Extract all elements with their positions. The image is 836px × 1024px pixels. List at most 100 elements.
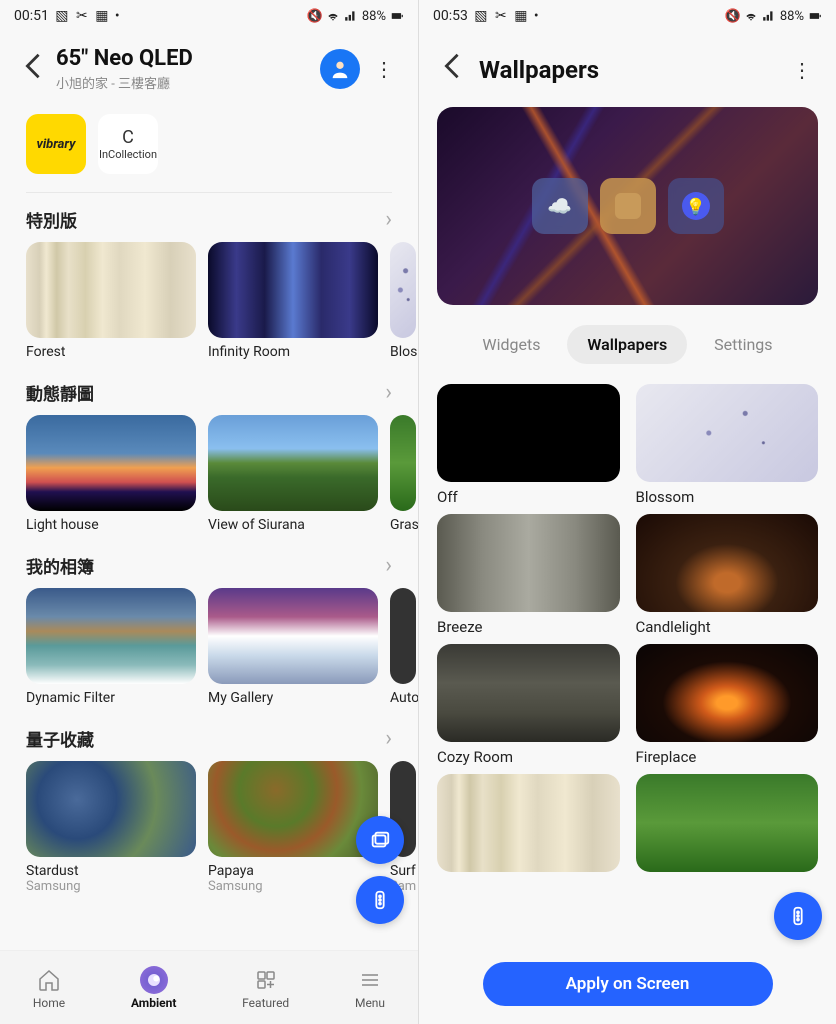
thumb-item[interactable]: Auto	[390, 588, 418, 706]
apply-button[interactable]: Apply on Screen	[483, 962, 773, 1006]
wallpaper-thumb[interactable]	[437, 774, 620, 872]
app-vibrary[interactable]: vibrary	[26, 114, 86, 174]
wallpaper-thumb[interactable]	[636, 774, 819, 872]
thumb-row[interactable]: Light house View of Siurana Gras	[0, 409, 418, 539]
thumb-item[interactable]: Gras	[390, 415, 418, 533]
battery-icon	[390, 9, 404, 23]
clipboard-icon: ✂	[494, 9, 508, 23]
wallpaper-thumb[interactable]	[636, 514, 819, 612]
thumbnail[interactable]	[390, 415, 416, 511]
battery-text: 88%	[780, 9, 804, 24]
chevron-right-icon[interactable]: ›	[385, 726, 392, 751]
status-bar: 00:51 ▧ ✂ ▦ • 🔇 88%	[0, 0, 418, 32]
thumb-label: Surf	[390, 863, 416, 879]
wallpaper-grid[interactable]: Off BlossomBreeze Candlelight Cozy Room Fire…	[419, 372, 836, 878]
tabs: Widgets Wallpapers Settings	[419, 321, 836, 372]
more-button[interactable]: ⋮	[788, 50, 816, 90]
section-title: 我的相簿	[26, 553, 94, 578]
wallpaper-item[interactable]: Blossom	[636, 384, 819, 506]
section: 動態靜圖› Light house View of Siurana Gras	[0, 366, 418, 539]
wifi-icon	[744, 9, 758, 23]
status-bar: 00:53 ▧ ✂ ▦ • 🔇 88%	[419, 0, 836, 32]
thumbnail[interactable]	[26, 588, 196, 684]
widget-note[interactable]	[600, 178, 656, 234]
widget-weather[interactable]: ☁️	[532, 178, 588, 234]
chevron-right-icon[interactable]: ›	[385, 553, 392, 578]
wallpaper-thumb[interactable]	[636, 644, 819, 742]
fab-gallery[interactable]	[356, 816, 404, 864]
calendar-icon: ▦	[514, 9, 528, 23]
wallpaper-label: Fireplace	[636, 748, 819, 766]
thumb-row[interactable]: ForestInfinity Room Blos	[0, 236, 418, 366]
thumb-item[interactable]: Forest	[26, 242, 196, 360]
thumb-item[interactable]: Light house	[26, 415, 196, 533]
preview-hero[interactable]: ☁️ 💡	[437, 107, 818, 305]
section-header[interactable]: 量子收藏›	[0, 718, 418, 755]
wallpaper-thumb[interactable]	[636, 384, 819, 482]
app-incollection[interactable]: CInCollection	[98, 114, 158, 174]
wallpaper-label: Candlelight	[636, 618, 819, 636]
widget-light[interactable]: 💡	[668, 178, 724, 234]
thumb-item[interactable]: PapayaSamsung	[208, 761, 378, 894]
mute-icon: 🔇	[308, 9, 322, 23]
image-icon: ▧	[55, 9, 69, 23]
chevron-right-icon[interactable]: ›	[385, 380, 392, 405]
thumbnail[interactable]	[208, 415, 378, 511]
more-button[interactable]: ⋮	[370, 49, 398, 89]
section-header[interactable]: 特別版›	[0, 199, 418, 236]
app-icons: vibrary CInCollection	[0, 106, 418, 192]
thumb-item[interactable]: Dynamic Filter	[26, 588, 196, 706]
thumb-label: View of Siurana	[208, 517, 378, 533]
wallpaper-item[interactable]: Breeze	[437, 514, 620, 636]
wallpaper-label: Off	[437, 488, 620, 506]
nav-ambient[interactable]: Ambient	[131, 966, 176, 1010]
wallpaper-item[interactable]	[437, 774, 620, 878]
section-header[interactable]: 我的相簿 ›	[0, 545, 418, 582]
tab-wallpapers[interactable]: Wallpapers	[567, 325, 687, 364]
wallpaper-thumb[interactable]	[437, 644, 620, 742]
nav-menu[interactable]: Menu	[355, 966, 385, 1010]
right-screen: 00:53 ▧ ✂ ▦ • 🔇 88% Wallpapers ⋮	[418, 0, 836, 1024]
thumb-item[interactable]: Infinity Room	[208, 242, 378, 360]
hero-widgets: ☁️ 💡	[532, 178, 724, 234]
wallpaper-item[interactable]: Off	[437, 384, 620, 506]
thumbnail[interactable]	[208, 588, 378, 684]
thumbnail[interactable]	[26, 242, 196, 338]
thumbnail[interactable]	[208, 242, 378, 338]
wallpaper-item[interactable]: Candlelight	[636, 514, 819, 636]
nav-featured[interactable]: Featured	[242, 966, 289, 1010]
wallpaper-item[interactable]: Fireplace	[636, 644, 819, 766]
header: 65" Neo QLED 小旭的家 - 三樓客廳 ⋮	[0, 32, 418, 106]
thumb-item[interactable]: My Gallery	[208, 588, 378, 706]
calendar-icon: ▦	[95, 9, 109, 23]
tab-settings[interactable]: Settings	[694, 325, 792, 364]
thumbnail[interactable]	[26, 415, 196, 511]
nav-home[interactable]: Home	[33, 966, 65, 1010]
thumbnail[interactable]	[26, 761, 196, 857]
avatar[interactable]	[320, 49, 360, 89]
back-button[interactable]	[20, 48, 46, 91]
status-time: 00:51	[14, 8, 49, 24]
thumb-item[interactable]: Blos	[390, 242, 417, 360]
thumbnail[interactable]	[390, 242, 416, 338]
fab-remote[interactable]	[356, 876, 404, 924]
tab-widgets[interactable]: Widgets	[462, 325, 560, 364]
thumb-row[interactable]: StardustSamsungPapayaSamsungSurfSam	[0, 755, 418, 900]
thumbnail[interactable]	[390, 588, 416, 684]
signal-icon	[344, 9, 358, 23]
back-button[interactable]	[439, 48, 465, 91]
more-dot: •	[115, 8, 120, 24]
battery-text: 88%	[362, 9, 386, 24]
wallpaper-item[interactable]	[636, 774, 819, 878]
thumbnail[interactable]	[208, 761, 378, 857]
thumb-item[interactable]: View of Siurana	[208, 415, 378, 533]
wallpaper-thumb[interactable]	[437, 514, 620, 612]
wallpaper-item[interactable]: Cozy Room	[437, 644, 620, 766]
menu-icon	[356, 966, 384, 994]
wallpaper-thumb[interactable]	[437, 384, 620, 482]
thumb-item[interactable]: StardustSamsung	[26, 761, 196, 894]
chevron-right-icon[interactable]: ›	[385, 207, 392, 232]
section-header[interactable]: 動態靜圖›	[0, 372, 418, 409]
fab-remote[interactable]	[774, 892, 822, 940]
thumb-row[interactable]: Dynamic FilterMy Gallery Auto	[0, 582, 418, 712]
